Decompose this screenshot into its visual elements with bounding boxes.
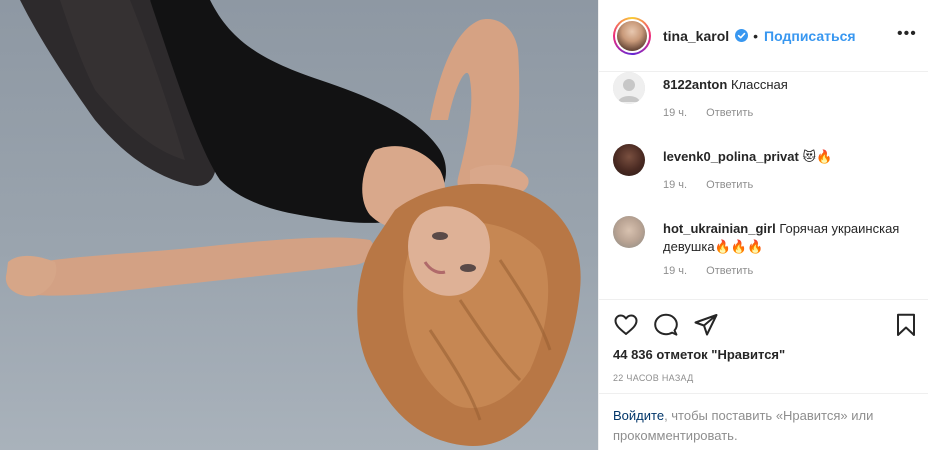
commenter-avatar[interactable] (613, 216, 645, 248)
comment-username[interactable]: levenk0_polina_privat (663, 149, 799, 164)
comment-text-row: 8122anton Классная (663, 76, 913, 94)
author-username[interactable]: tina_karol (663, 28, 729, 44)
heart-icon[interactable] (613, 312, 639, 338)
comment-meta: 19 ч. Ответить (663, 107, 769, 119)
post-side-panel: tina_karol • Подписаться ••• 8122anton К… (598, 0, 928, 450)
post-photo[interactable] (0, 0, 598, 450)
login-prompt: Войдите, чтобы поставить «Нравится» или … (599, 393, 928, 450)
verified-badge-icon (735, 29, 749, 42)
follow-button[interactable]: Подписаться (764, 28, 856, 44)
comment-icon[interactable] (653, 312, 679, 338)
comment-text-row: levenk0_polina_privat 😻🔥 (663, 148, 913, 166)
comment-meta: 19 ч. Ответить (663, 265, 769, 277)
post-timestamp[interactable]: 22 ЧАСОВ НАЗАД (613, 373, 694, 383)
comment-meta: 19 ч. Ответить (663, 179, 769, 191)
avatar-image (617, 20, 647, 51)
default-avatar-icon (613, 72, 645, 104)
comment-time[interactable]: 19 ч. (663, 107, 687, 119)
commenter-avatar[interactable] (613, 72, 645, 104)
reply-button[interactable]: Ответить (706, 179, 753, 191)
header-separator: • (753, 27, 759, 44)
instagram-post: tina_karol • Подписаться ••• 8122anton К… (0, 0, 928, 450)
reply-button[interactable]: Ответить (706, 107, 753, 119)
comment-username[interactable]: 8122anton (663, 77, 727, 92)
comment-username[interactable]: hot_ukrainian_girl (663, 221, 776, 236)
comments-list[interactable]: 8122anton Классная 19 ч. Ответить levenk… (599, 72, 928, 300)
login-link[interactable]: Войдите (613, 408, 664, 423)
comment-body: 😻🔥 (802, 149, 833, 164)
likes-count[interactable]: 44 836 отметок "Нравится" (613, 347, 785, 362)
post-actions (613, 312, 915, 340)
comment-time[interactable]: 19 ч. (663, 265, 687, 277)
comment-body: Классная (730, 77, 788, 92)
author-avatar[interactable] (613, 16, 651, 55)
post-header: tina_karol • Подписаться ••• (599, 0, 928, 72)
reply-button[interactable]: Ответить (706, 265, 753, 277)
commenter-avatar[interactable] (613, 144, 645, 176)
bookmark-icon[interactable] (893, 312, 919, 338)
post-photo-illustration (5, 0, 581, 446)
paper-plane-icon[interactable] (693, 312, 719, 338)
comment-text-row: hot_ukrainian_girl Горячая украинская де… (663, 220, 913, 256)
more-options-icon[interactable]: ••• (897, 26, 916, 42)
avatar-inner (615, 18, 649, 53)
comment-time[interactable]: 19 ч. (663, 179, 687, 191)
